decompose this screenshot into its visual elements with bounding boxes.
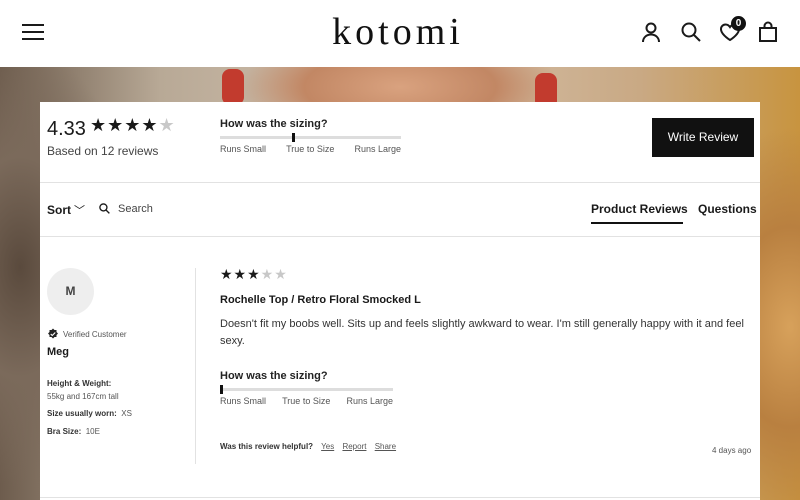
share-link[interactable]: Share (375, 442, 396, 451)
average-rating: 4.33 (47, 118, 86, 140)
sizing-label-true: True to Size (282, 396, 331, 406)
review-sizing: How was the sizing? Runs Small True to S… (220, 370, 393, 406)
sizing-summary: How was the sizing? Runs Small True to S… (220, 118, 401, 154)
chevron-down-icon: ﹀ (74, 205, 85, 217)
sizing-marker (220, 385, 223, 394)
site-logo[interactable]: kotomi (312, 10, 484, 54)
helpful-row: Was this review helpful? Yes Report Shar… (220, 442, 397, 451)
review-title: Rochelle Top / Retro Floral Smocked L (220, 294, 421, 306)
sizing-label-small: Runs Small (220, 396, 267, 406)
divider (40, 497, 760, 498)
height-weight-value: 55kg and 167cm tall (47, 392, 119, 401)
sizing-label-large: Runs Large (346, 396, 393, 406)
review-date: 4 days ago (712, 446, 752, 455)
helpful-yes-link[interactable]: Yes (321, 442, 334, 451)
hamburger-menu-icon[interactable] (22, 24, 44, 42)
tab-questions[interactable]: Questions (698, 202, 757, 216)
sizing-label-small: Runs Small (220, 144, 267, 154)
site-header: kotomi 0 (0, 0, 800, 67)
sort-dropdown[interactable]: Sort ﹀ (47, 202, 85, 218)
divider (40, 236, 760, 237)
search-icon (99, 203, 110, 214)
search-icon[interactable] (679, 20, 703, 44)
review-body: Doesn't fit my boobs well. Sits up and f… (220, 318, 744, 347)
active-tab-underline (591, 222, 683, 224)
review-count: Based on 12 reviews (47, 144, 159, 158)
reviewer-name: Meg (47, 346, 69, 358)
review-stars: ★★★★★ (220, 266, 288, 282)
sizing-title: How was the sizing? (220, 370, 328, 382)
verified-badge: Verified Customer (47, 328, 127, 340)
user-icon[interactable] (639, 20, 663, 44)
sizing-bar (220, 385, 393, 394)
sizing-label-large: Runs Large (354, 144, 401, 154)
bra-size: Bra Size: 10E (47, 427, 100, 436)
divider (40, 182, 760, 183)
shopping-bag-icon[interactable] (756, 20, 780, 44)
review-search[interactable]: Search (98, 202, 153, 215)
average-stars: ★★★★★ (90, 115, 176, 135)
report-link[interactable]: Report (342, 442, 366, 451)
tab-product-reviews[interactable]: Product Reviews (591, 202, 688, 216)
red-strap-left (222, 69, 244, 105)
size-worn: Size usually worn: XS (47, 409, 132, 418)
sizing-bar (220, 133, 401, 142)
column-divider (195, 268, 196, 464)
wishlist-count-badge: 0 (731, 16, 746, 31)
height-weight: Height & Weight: (47, 379, 112, 388)
sizing-marker (292, 133, 296, 142)
write-review-button[interactable]: Write Review (652, 118, 754, 157)
sizing-title: How was the sizing? (220, 118, 328, 130)
avatar: M (47, 268, 94, 315)
sizing-label-true: True to Size (286, 144, 335, 154)
reviews-widget: 4.33 ★★★★★ Based on 12 reviews How was t… (40, 102, 760, 500)
search-input[interactable]: Search (118, 203, 153, 215)
verified-check-icon (48, 328, 58, 339)
